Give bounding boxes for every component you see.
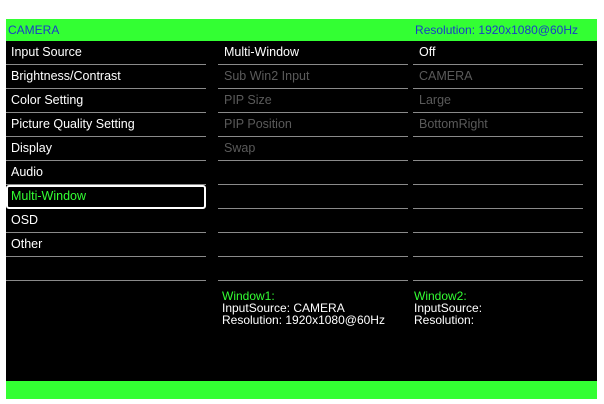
setting-values-list: Off CAMERA Large BottomRight xyxy=(413,41,583,281)
setting-pip-position: PIP Position xyxy=(218,113,408,137)
setting-label: Swap xyxy=(224,141,256,155)
menu-item-label: Input Source xyxy=(11,45,82,59)
setting-empty-row xyxy=(218,233,408,257)
menu-empty-row xyxy=(6,257,206,281)
setting-label: Sub Win2 Input xyxy=(224,69,310,83)
main-menu-list: Input Source Brightness/Contrast Color S… xyxy=(6,41,206,281)
value-empty-row xyxy=(413,257,583,281)
menu-item-label: Display xyxy=(11,141,52,155)
osd-menu-panel: CAMERA Resolution: 1920x1080@60Hz Input … xyxy=(6,19,597,399)
window2-resolution: Resolution: xyxy=(414,313,475,327)
menu-item-label: Picture Quality Setting xyxy=(11,117,135,131)
value-empty-row xyxy=(413,161,583,185)
menu-item-osd[interactable]: OSD xyxy=(6,209,206,233)
setting-value: Off xyxy=(419,45,436,59)
value-sub-win2-input: CAMERA xyxy=(413,65,583,89)
setting-empty-row xyxy=(218,161,408,185)
menu-item-picture-quality[interactable]: Picture Quality Setting xyxy=(6,113,206,137)
menu-item-display[interactable]: Display xyxy=(6,137,206,161)
window2-info: Window2: InputSource: Resolution: xyxy=(414,290,482,326)
window1-resolution: Resolution: 1920x1080@60Hz xyxy=(222,313,385,327)
setting-value: CAMERA xyxy=(419,69,473,83)
header-bar: CAMERA Resolution: 1920x1080@60Hz xyxy=(6,19,597,41)
setting-value: Large xyxy=(419,93,451,107)
value-pip-position: BottomRight xyxy=(413,113,583,137)
window1-info: Window1: InputSource: CAMERA Resolution:… xyxy=(222,290,385,326)
menu-item-brightness-contrast[interactable]: Brightness/Contrast xyxy=(6,65,206,89)
footer-bar xyxy=(6,381,597,399)
menu-item-multi-window[interactable]: Multi-Window xyxy=(6,185,206,209)
value-empty-row xyxy=(413,185,583,209)
value-empty-row xyxy=(413,233,583,257)
setting-label: PIP Position xyxy=(224,117,292,131)
menu-item-label: Other xyxy=(11,237,43,251)
setting-empty-row xyxy=(218,257,408,281)
menu-item-audio[interactable]: Audio xyxy=(6,161,206,185)
setting-empty-row xyxy=(218,185,408,209)
setting-value: BottomRight xyxy=(419,117,488,131)
setting-swap: Swap xyxy=(218,137,408,161)
value-swap xyxy=(413,137,583,161)
setting-empty-row xyxy=(218,209,408,233)
menu-item-label: Color Setting xyxy=(11,93,84,107)
setting-pip-size: PIP Size xyxy=(218,89,408,113)
menu-item-input-source[interactable]: Input Source xyxy=(6,41,206,65)
resolution-indicator: Resolution: 1920x1080@60Hz xyxy=(415,23,578,37)
menu-item-color-setting[interactable]: Color Setting xyxy=(6,89,206,113)
current-source-title: CAMERA xyxy=(8,23,60,37)
value-empty-row xyxy=(413,209,583,233)
value-pip-size: Large xyxy=(413,89,583,113)
menu-item-other[interactable]: Other xyxy=(6,233,206,257)
value-multi-window[interactable]: Off xyxy=(413,41,583,65)
setting-multi-window[interactable]: Multi-Window xyxy=(218,41,408,65)
setting-label: Multi-Window xyxy=(224,45,300,59)
setting-label: PIP Size xyxy=(224,93,272,107)
setting-sub-win2-input: Sub Win2 Input xyxy=(218,65,408,89)
menu-item-label: Multi-Window xyxy=(11,189,87,203)
setting-labels-list: Multi-Window Sub Win2 Input PIP Size PIP… xyxy=(218,41,408,281)
menu-item-label: Audio xyxy=(11,165,43,179)
menu-item-label: OSD xyxy=(11,213,39,227)
menu-item-label: Brightness/Contrast xyxy=(11,69,121,83)
